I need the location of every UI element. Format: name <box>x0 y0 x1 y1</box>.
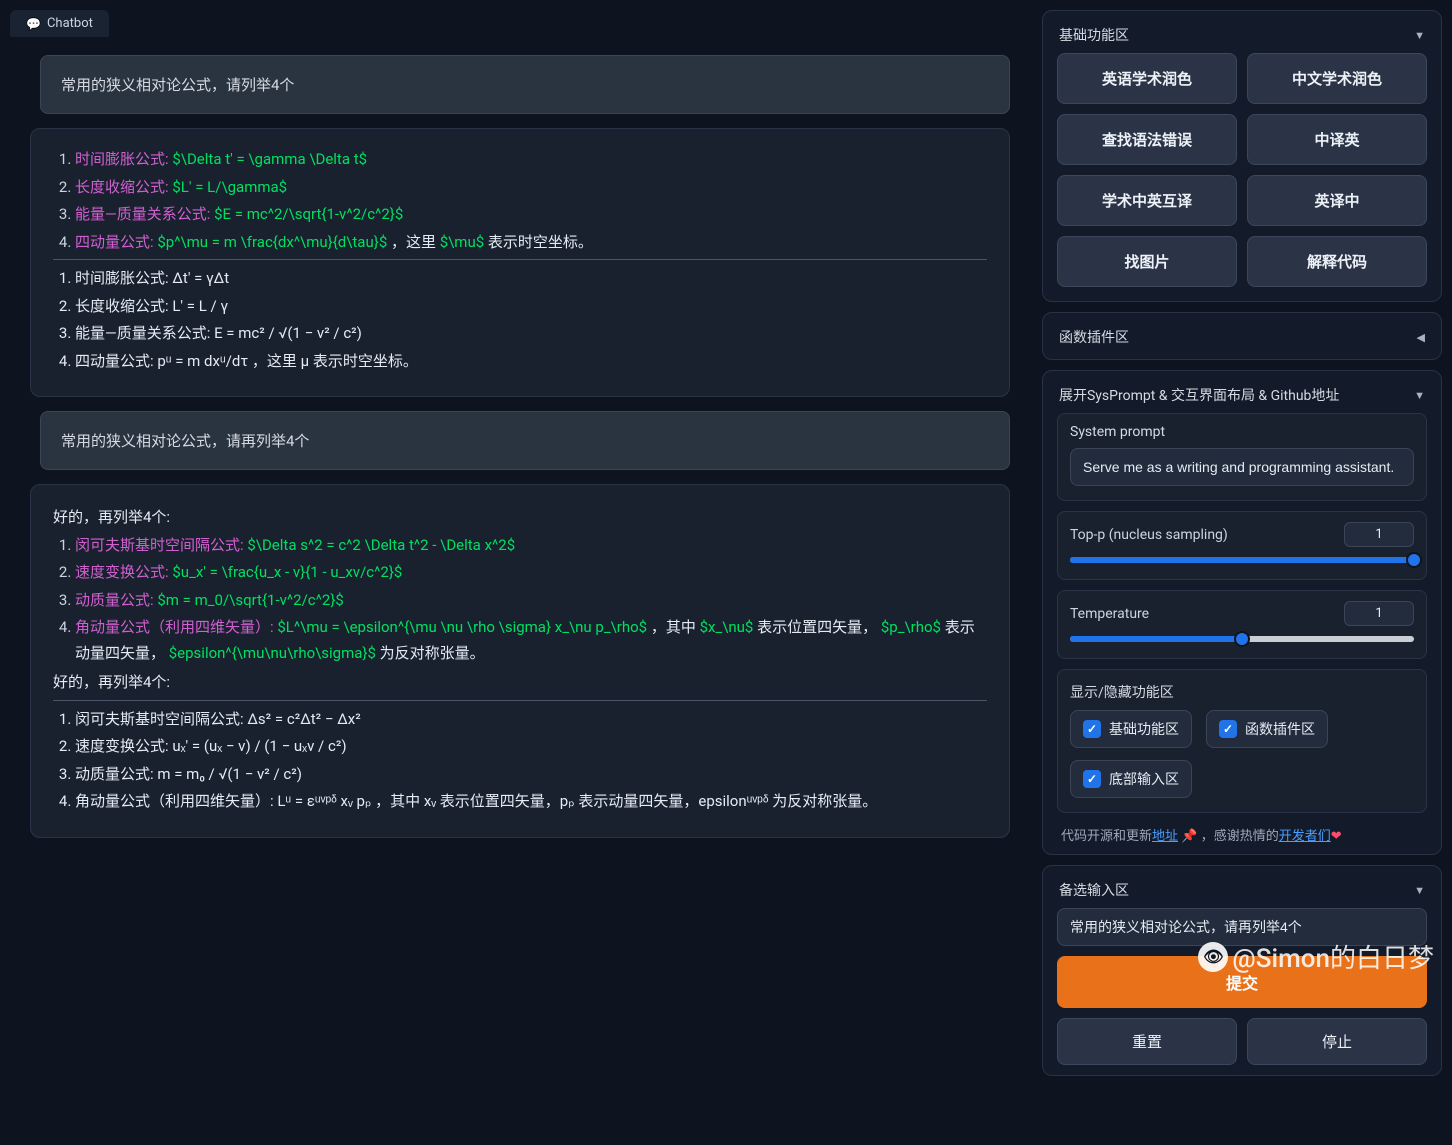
panel-plugins-header[interactable]: 函数插件区 ◀ <box>1057 323 1427 349</box>
bot-message-2: 好的，再列举4个: 闵可夫斯基时空间隔公式: $\Delta s^2 = c^2… <box>30 484 1010 838</box>
devs-link[interactable]: 开发者们 <box>1279 829 1331 844</box>
topp-slider[interactable] <box>1070 557 1414 563</box>
user-message-1: 常用的狭义相对论公式，请列举4个 <box>40 55 1010 114</box>
reset-button[interactable]: 重置 <box>1057 1018 1237 1065</box>
panel-basic: 基础功能区 ▼ 英语学术润色 中文学术润色 查找语法错误 中译英 学术中英互译 … <box>1042 10 1442 302</box>
system-prompt-block: System prompt <box>1057 413 1427 501</box>
chevron-down-icon: ▼ <box>1414 884 1425 897</box>
credits: 代码开源和更新地址 📌 ，感谢热情的开发者们❤ <box>1057 823 1427 844</box>
check-icon: ✓ <box>1083 720 1101 738</box>
prompt-input[interactable] <box>1057 908 1427 946</box>
list-item: 长度收缩公式: L′ = L / γ <box>75 294 987 320</box>
system-prompt-label: System prompt <box>1070 424 1414 440</box>
panel-title: 展开SysPrompt & 交互界面布局 & Github地址 <box>1059 385 1339 405</box>
toggle-block: 显示/隐藏功能区 ✓ 基础功能区 ✓ 函数插件区 ✓ 底部输入区 <box>1057 669 1427 813</box>
fn-btn-english-polish[interactable]: 英语学术润色 <box>1057 53 1237 104</box>
toggle-bottom-input[interactable]: ✓ 底部输入区 <box>1070 760 1192 798</box>
list-item: 闵可夫斯基时空间隔公式: Δs² = c²Δt² − Δx² <box>75 707 987 733</box>
list-item: 角动量公式（利用四维矢量）: Lᵘ = εᵘᵛᵖᵟ xᵥ pₚ ，其中 xᵥ 表… <box>75 789 987 815</box>
panel-input-header[interactable]: 备选输入区 ▼ <box>1057 876 1427 908</box>
list-item: 能量—质量关系公式: $E = mc^2/\sqrt{1-v^2/c^2}$ <box>75 202 987 228</box>
heart-icon: ❤ <box>1331 829 1342 844</box>
fn-btn-academic-trans[interactable]: 学术中英互译 <box>1057 175 1237 226</box>
panel-advanced-header[interactable]: 展开SysPrompt & 交互界面布局 & Github地址 ▼ <box>1057 381 1427 413</box>
fn-btn-chinese-polish[interactable]: 中文学术润色 <box>1247 53 1427 104</box>
source-link[interactable]: 地址 <box>1152 829 1178 844</box>
fn-btn-explain-code[interactable]: 解释代码 <box>1247 236 1427 287</box>
list-item: 角动量公式（利用四维矢量）: $L^\mu = \epsilon^{\mu \n… <box>75 615 987 666</box>
chevron-down-icon: ▼ <box>1414 389 1425 402</box>
slider-thumb-icon[interactable] <box>1406 552 1422 568</box>
list-item: 能量—质量关系公式: E = mc² / √(1 − v² / c²) <box>75 321 987 347</box>
topp-block: Top-p (nucleus sampling) 1 <box>1057 511 1427 580</box>
fn-btn-en-to-zh[interactable]: 英译中 <box>1247 175 1427 226</box>
list-item: 速度变换公式: uₓ′ = (uₓ − v) / (1 − uₓv / c²) <box>75 734 987 760</box>
toggle-plugins[interactable]: ✓ 函数插件区 <box>1206 710 1328 748</box>
chat-icon: 💬 <box>26 17 41 31</box>
list-item: 时间膨胀公式: $\Delta t' = \gamma \Delta t$ <box>75 147 987 173</box>
panel-advanced: 展开SysPrompt & 交互界面布局 & Github地址 ▼ System… <box>1042 370 1442 855</box>
toggle-basic[interactable]: ✓ 基础功能区 <box>1070 710 1192 748</box>
temperature-value[interactable]: 1 <box>1344 601 1414 626</box>
user-message-2: 常用的狭义相对论公式，请再列举4个 <box>40 411 1010 470</box>
chevron-down-icon: ▼ <box>1414 29 1425 42</box>
list-item: 长度收缩公式: $L' = L/\gamma$ <box>75 175 987 201</box>
list-item: 动质量公式: $m = m_0/\sqrt{1-v^2/c^2}$ <box>75 588 987 614</box>
basic-button-grid: 英语学术润色 中文学术润色 查找语法错误 中译英 学术中英互译 英译中 找图片 … <box>1057 53 1427 291</box>
system-prompt-input[interactable] <box>1070 448 1414 486</box>
list-item: 四动量公式: pᵘ = m dxᵘ/dτ ，这里 μ 表示时空坐标。 <box>75 349 987 375</box>
fn-btn-grammar[interactable]: 查找语法错误 <box>1057 114 1237 165</box>
temperature-block: Temperature 1 <box>1057 590 1427 659</box>
tab-chatbot[interactable]: 💬 Chatbot <box>10 10 109 37</box>
bot-message-1: 时间膨胀公式: $\Delta t' = \gamma \Delta t$ 长度… <box>30 128 1010 397</box>
list-item: 动质量公式: m = m₀ / √(1 − v² / c²) <box>75 762 987 788</box>
list-item: 速度变换公式: $u_x' = \frac{u_x - v}{1 - u_xv/… <box>75 560 987 586</box>
check-icon: ✓ <box>1219 720 1237 738</box>
list-item: 时间膨胀公式: Δt′ = γΔt <box>75 266 987 292</box>
panel-plugins: 函数插件区 ◀ <box>1042 312 1442 360</box>
toggle-title: 显示/隐藏功能区 <box>1070 682 1414 702</box>
topp-label: Top-p (nucleus sampling) <box>1070 527 1228 543</box>
chat-scroll[interactable]: 常用的狭义相对论公式，请列举4个 时间膨胀公式: $\Delta t' = \g… <box>10 37 1030 1135</box>
tab-bar: 💬 Chatbot <box>10 10 1030 37</box>
tab-label: Chatbot <box>47 16 93 31</box>
list-item: 四动量公式: $p^\mu = m \frac{dx^\mu}{d\tau}$ … <box>75 230 987 256</box>
panel-title: 备选输入区 <box>1059 880 1129 900</box>
topp-value[interactable]: 1 <box>1344 522 1414 547</box>
panel-input: 备选输入区 ▼ 提交 重置 停止 <box>1042 865 1442 1076</box>
temperature-slider[interactable] <box>1070 636 1414 642</box>
panel-title: 函数插件区 <box>1059 327 1129 347</box>
stop-button[interactable]: 停止 <box>1247 1018 1427 1065</box>
pin-icon: 📌 <box>1181 829 1197 844</box>
slider-thumb-icon[interactable] <box>1234 631 1250 647</box>
fn-btn-find-image[interactable]: 找图片 <box>1057 236 1237 287</box>
temperature-label: Temperature <box>1070 606 1149 622</box>
submit-button[interactable]: 提交 <box>1057 956 1427 1008</box>
list-item: 闵可夫斯基时空间隔公式: $\Delta s^2 = c^2 \Delta t^… <box>75 533 987 559</box>
panel-title: 基础功能区 <box>1059 25 1129 45</box>
sidebar: 基础功能区 ▼ 英语学术润色 中文学术润色 查找语法错误 中译英 学术中英互译 … <box>1042 10 1442 1135</box>
fn-btn-zh-to-en[interactable]: 中译英 <box>1247 114 1427 165</box>
panel-basic-header[interactable]: 基础功能区 ▼ <box>1057 21 1427 53</box>
check-icon: ✓ <box>1083 770 1101 788</box>
chat-column: 💬 Chatbot 常用的狭义相对论公式，请列举4个 时间膨胀公式: $\Del… <box>10 10 1030 1135</box>
chevron-left-icon: ◀ <box>1417 331 1425 344</box>
